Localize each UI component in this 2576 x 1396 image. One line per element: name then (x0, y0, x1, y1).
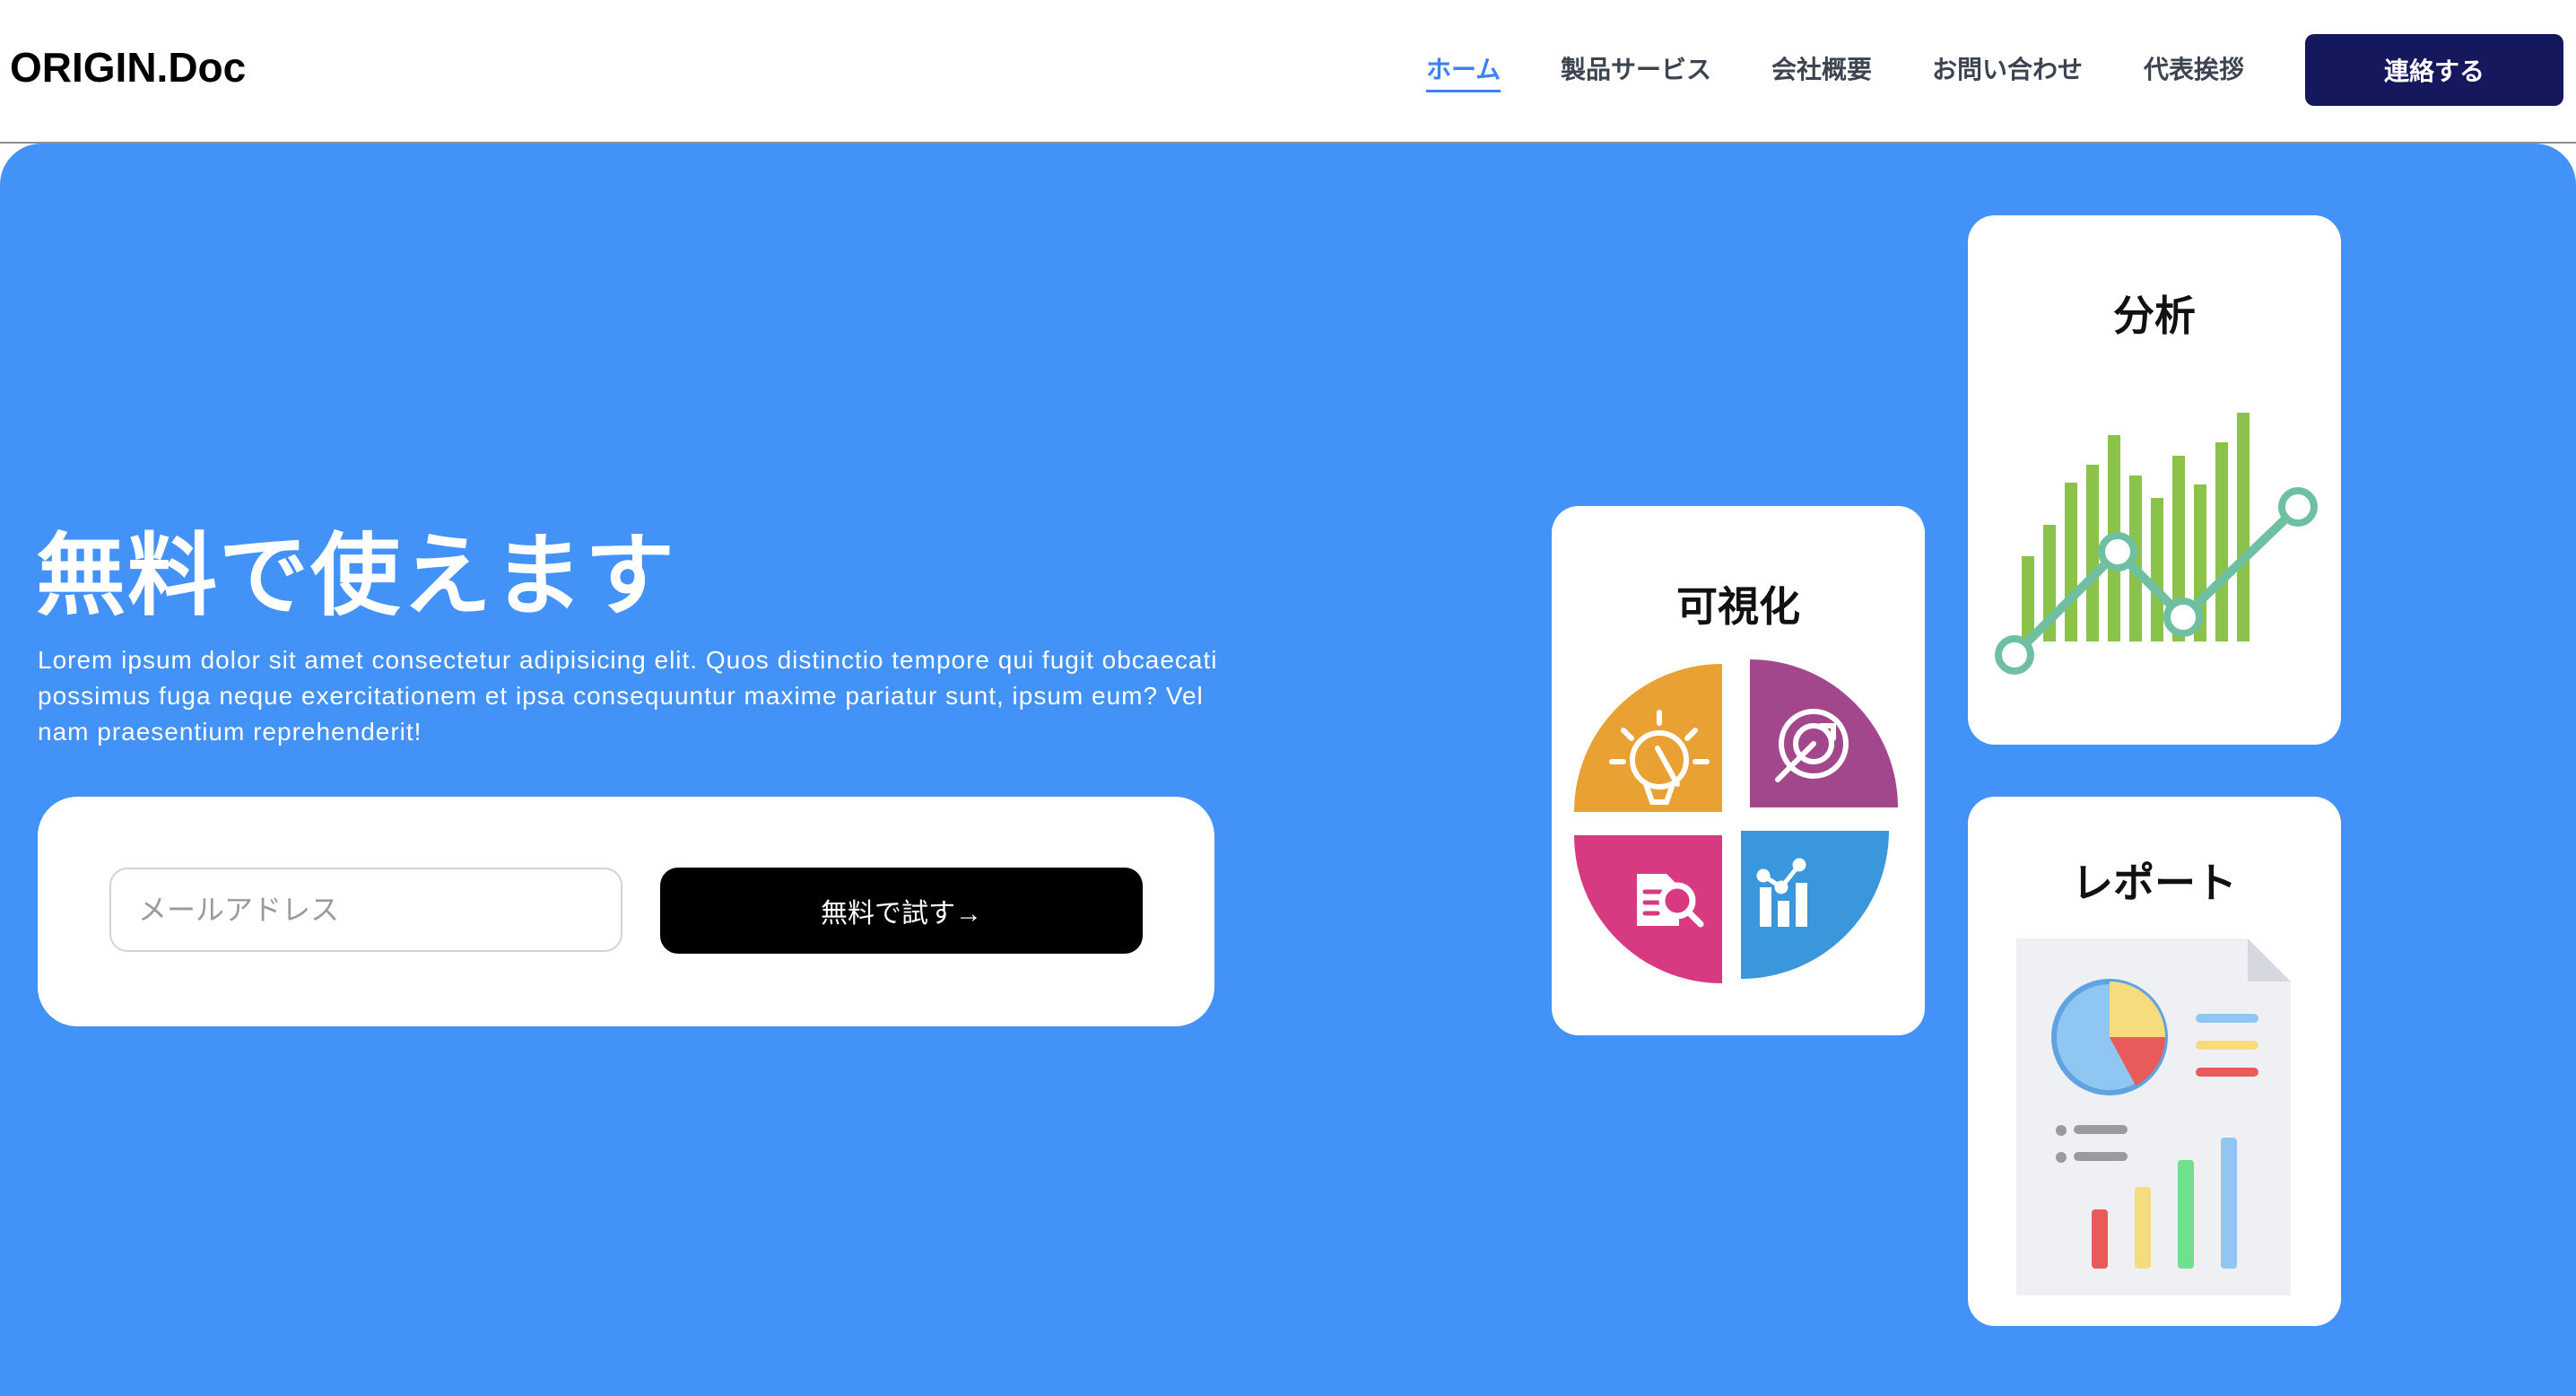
feature-card-report[interactable]: レポート (1968, 797, 2341, 1326)
visualization-quadrant-icon (1574, 659, 1898, 983)
email-input[interactable] (109, 868, 622, 952)
hero-section: 無料で使えます Lorem ipsum dolor sit amet conse… (0, 144, 2576, 1396)
analytics-line-bar-icon (1995, 413, 2318, 675)
nav-item-inquiry[interactable]: お問い合わせ (1932, 50, 2083, 86)
top-navbar: ORIGIN.Doc ホーム 製品サービス 会社概要 お問い合わせ 代表挨拶 連… (0, 0, 2576, 144)
hero-description: Lorem ipsum dolor sit amet consectetur a… (38, 646, 1218, 746)
feature-card-analytics[interactable]: 分析 (1968, 215, 2341, 745)
hero-title: 無料で使えます (36, 526, 676, 626)
nav-item-greeting[interactable]: 代表挨拶 (2144, 50, 2244, 86)
brand-logo[interactable]: ORIGIN.Doc (10, 43, 246, 92)
nav-item-products[interactable]: 製品サービス (1561, 50, 1711, 86)
contact-button[interactable]: 連絡する (2305, 34, 2563, 106)
nav-item-home[interactable]: ホーム (1426, 50, 1501, 92)
feature-card-visualization[interactable]: 可視化 (1552, 506, 1925, 1035)
try-free-button[interactable]: 無料で試す→ (660, 868, 1143, 954)
signup-card: 無料で試す→ (38, 797, 1214, 1026)
nav-item-company[interactable]: 会社概要 (1771, 50, 1872, 86)
report-document-icon (2016, 938, 2291, 1296)
